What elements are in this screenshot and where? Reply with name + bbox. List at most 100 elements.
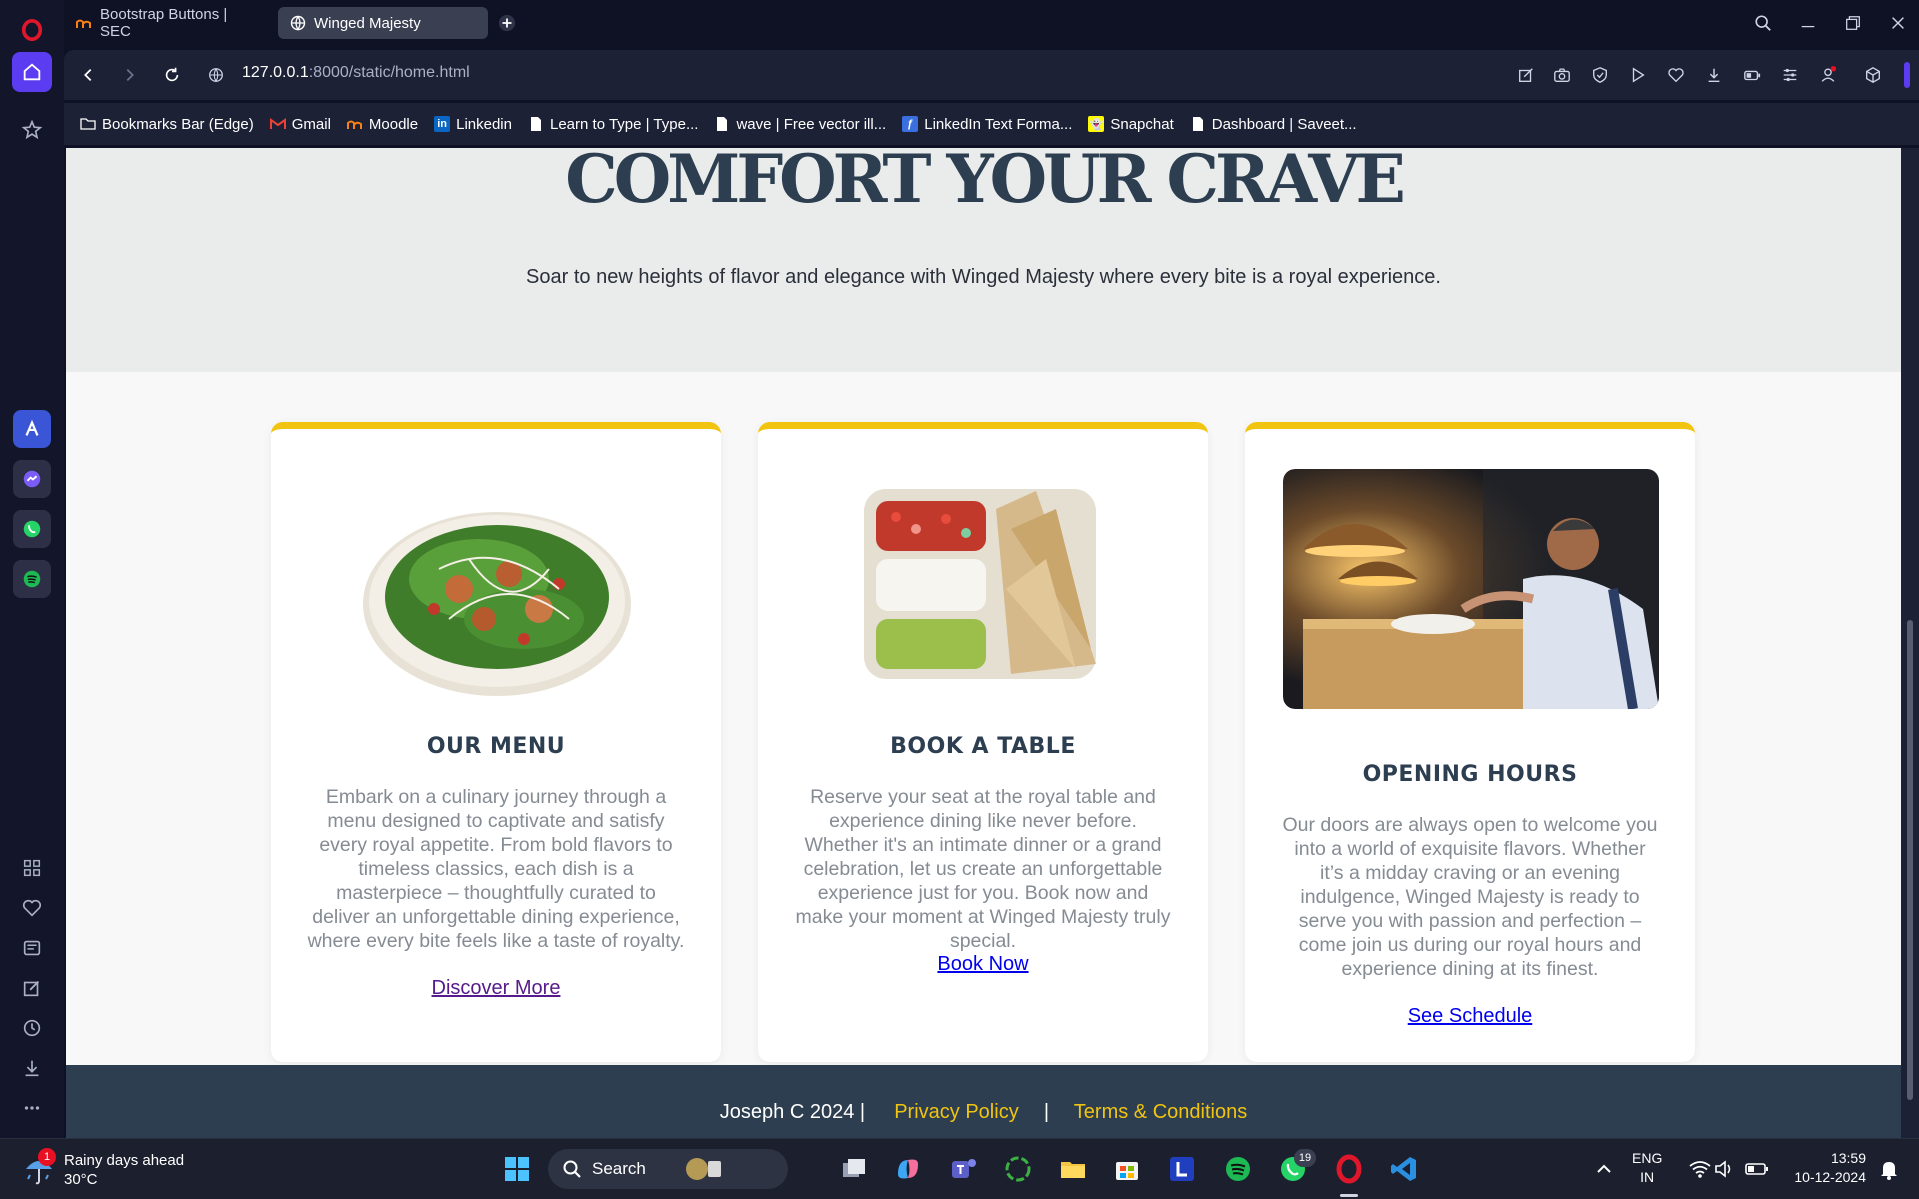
notification-bell-icon[interactable] [1872,1152,1906,1186]
scrollbar-thumb[interactable] [1907,620,1913,1100]
restore-icon[interactable] [1842,12,1864,34]
discover-more-link[interactable]: Discover More [271,977,721,1000]
card-our-menu: OUR MENU Embark on a culinary journey th… [271,422,721,1062]
privacy-policy-link[interactable]: Privacy Policy [894,1101,1018,1123]
camera-snapshot-icon[interactable] [1550,63,1574,87]
card-title: BOOK A TABLE [890,734,1076,759]
history-clock-icon[interactable] [12,1008,52,1048]
bookmark-gmail[interactable]: Gmail [269,116,331,133]
card-opening-hours: OPENING HOURS Our doors are always open … [1245,422,1695,1062]
url-field[interactable]: 127.0.0.1:8000/static/home.html [242,64,470,82]
l-app-icon[interactable] [1165,1152,1199,1186]
messenger-icon[interactable] [13,460,51,498]
active-app-indicator [1340,1194,1358,1197]
spotify-icon[interactable] [13,560,51,598]
site-info-globe-icon[interactable] [204,63,228,87]
play-flow-icon[interactable] [1626,63,1650,87]
tab-bar: Bootstrap Buttons | SEC Winged Majesty [64,0,1919,46]
page-icon [1190,116,1206,132]
heart-icon[interactable] [12,888,52,928]
footer-separator: | [1043,1101,1050,1123]
bookmark-label: Dashboard | Saveet... [1211,115,1357,133]
bookmarks-bar: Bookmarks Bar (Edge) Gmail Moodle in Lin… [64,103,1919,145]
task-view-icon[interactable] [837,1152,871,1186]
easy-setup-icon[interactable] [1778,63,1802,87]
tab-label: Bootstrap Buttons | SEC [100,6,228,40]
shield-adblock-icon[interactable] [1588,63,1612,87]
close-icon[interactable] [1887,12,1909,34]
windows-start-icon[interactable] [500,1152,534,1186]
spotify-taskbar-icon[interactable] [1221,1152,1255,1186]
bookmark-moodle[interactable]: Moodle [346,116,418,133]
extensions-cube-icon[interactable] [1861,63,1885,87]
page-icon [528,116,544,132]
pinboard-star-icon[interactable] [12,110,52,150]
share-edit-icon[interactable] [1514,63,1538,87]
reload-icon[interactable] [160,63,184,87]
search-highlight-icon [685,1158,721,1180]
bookmark-wave[interactable]: wave | Free vector ill... [714,116,886,133]
url-path: :8000/static/home.html [308,64,470,81]
copilot-icon[interactable] [891,1152,925,1186]
new-tab-plus-icon[interactable] [496,12,518,34]
file-explorer-icon[interactable] [1056,1152,1090,1186]
bookmark-label: Learn to Type | Type... [550,115,699,133]
edit-icon[interactable] [12,968,52,1008]
battery-icon[interactable] [1740,1152,1774,1186]
vscode-icon[interactable] [1387,1152,1421,1186]
bookmark-edge-folder[interactable]: Bookmarks Bar (Edge) [80,116,254,133]
profile-icon[interactable] [1816,63,1840,87]
language-indicator[interactable]: ENG IN [1632,1149,1662,1187]
opera-logo-icon[interactable] [12,10,52,50]
clock[interactable]: 13:59 10-12-2024 [1786,1149,1866,1187]
volume-icon[interactable] [1708,1152,1742,1186]
back-arrow-icon[interactable] [76,63,100,87]
teams-icon[interactable] [947,1152,981,1186]
apps-grid-icon[interactable] [12,848,52,888]
salad-bowl-image [363,512,631,696]
terms-conditions-link[interactable]: Terms & Conditions [1074,1101,1247,1123]
bookmark-label: Snapchat [1110,115,1174,133]
bookmark-linkedin[interactable]: in Linkedin [434,116,512,133]
circular-app-icon[interactable] [1001,1152,1035,1186]
language-code: ENG [1632,1150,1663,1166]
opera-taskbar-icon[interactable] [1332,1152,1366,1186]
see-schedule-link[interactable]: See Schedule [1245,1005,1695,1028]
search-tabs-icon[interactable] [1752,12,1774,34]
taskbar-search-box[interactable]: Search [548,1149,788,1189]
hero-section: COMFORT YOUR CRAVE Soar to new heights o… [66,148,1901,372]
battery-saver-icon[interactable] [1740,63,1764,87]
card-title: OPENING HOURS [1362,762,1578,787]
browser-sidebar [0,0,64,1138]
book-now-link[interactable]: Book Now [758,953,1208,976]
gmail-icon [269,116,286,132]
moodle-favicon-icon [76,15,92,31]
url-host: 127.0.0.1 [242,64,309,81]
search-placeholder: Search [592,1159,646,1178]
show-hidden-icons-chevron[interactable] [1587,1152,1621,1186]
tab-winged-majesty[interactable]: Winged Majesty [278,7,488,39]
download-icon[interactable] [1702,63,1726,87]
home-icon[interactable] [12,52,52,92]
bookmark-linkedin-text-formatter[interactable]: ƒ LinkedIn Text Forma... [902,116,1072,133]
news-icon[interactable] [12,928,52,968]
bookmark-learn-to-type[interactable]: Learn to Type | Type... [528,116,698,133]
moodle-icon [346,116,363,132]
card-body: Embark on a culinary journey through a m… [307,786,685,952]
card-body: Reserve your seat at the royal table and… [795,786,1171,952]
downloads-icon[interactable] [12,1048,52,1088]
bookmark-snapchat[interactable]: 👻 Snapchat [1088,115,1174,133]
tab-bootstrap-buttons[interactable]: Bootstrap Buttons | SEC [64,6,274,40]
minimize-icon[interactable] [1797,12,1819,34]
more-options-icon[interactable] [12,1088,52,1128]
forward-arrow-icon[interactable] [118,63,142,87]
microsoft-store-icon[interactable] [1110,1152,1144,1186]
footer-copyright: Joseph C 2024 | [719,1101,866,1123]
bookmark-heart-icon[interactable] [1664,63,1688,87]
snapchat-icon: 👻 [1088,116,1105,132]
bookmark-label: Bookmarks Bar (Edge) [102,115,254,133]
aria-app-icon[interactable] [13,410,51,448]
whatsapp-icon[interactable] [13,510,51,548]
weather-badge: 1 [38,1148,56,1166]
bookmark-dashboard[interactable]: Dashboard | Saveet... [1190,116,1357,133]
